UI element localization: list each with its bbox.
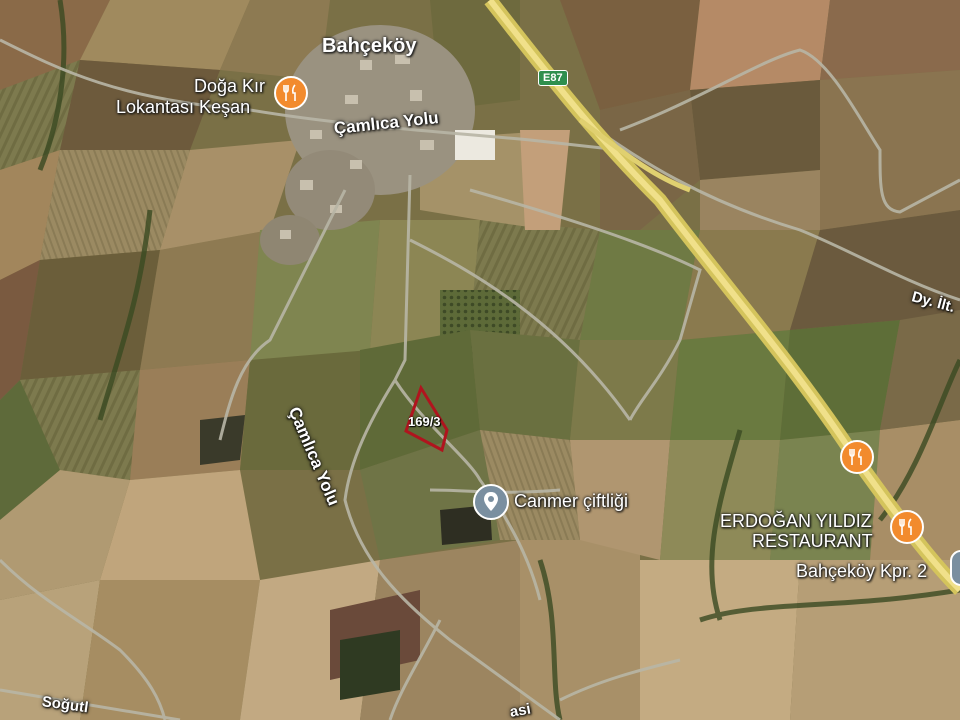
restaurant-icon[interactable]	[890, 510, 924, 544]
poi-label-line1: Doğa Kır	[194, 76, 266, 96]
poi-label-farm: Canmer çiftliği	[514, 491, 629, 511]
bridge-pin-icon[interactable]	[950, 550, 960, 586]
parcel-label: 169/3	[408, 414, 441, 429]
village-label: Bahçeköy	[322, 35, 417, 57]
poi-label-line2: RESTAURANT	[752, 531, 873, 551]
poi-label-line2: Lokantası Keşan	[116, 97, 251, 117]
highway-shield: E87	[538, 70, 568, 86]
poi-label-line1: ERDOĞAN YILDIZ	[720, 511, 872, 531]
location-pin-icon[interactable]	[473, 484, 509, 520]
restaurant-icon[interactable]	[274, 76, 308, 110]
road-label-bottom: asi	[508, 700, 533, 720]
restaurant-icon[interactable]	[840, 440, 874, 474]
satellite-map[interactable]: Bahçeköy E87 Çamlıca Yolu Çamlıca Yolu D…	[0, 0, 960, 720]
poi-label-bridge: Bahçeköy Kpr. 2	[796, 561, 928, 581]
